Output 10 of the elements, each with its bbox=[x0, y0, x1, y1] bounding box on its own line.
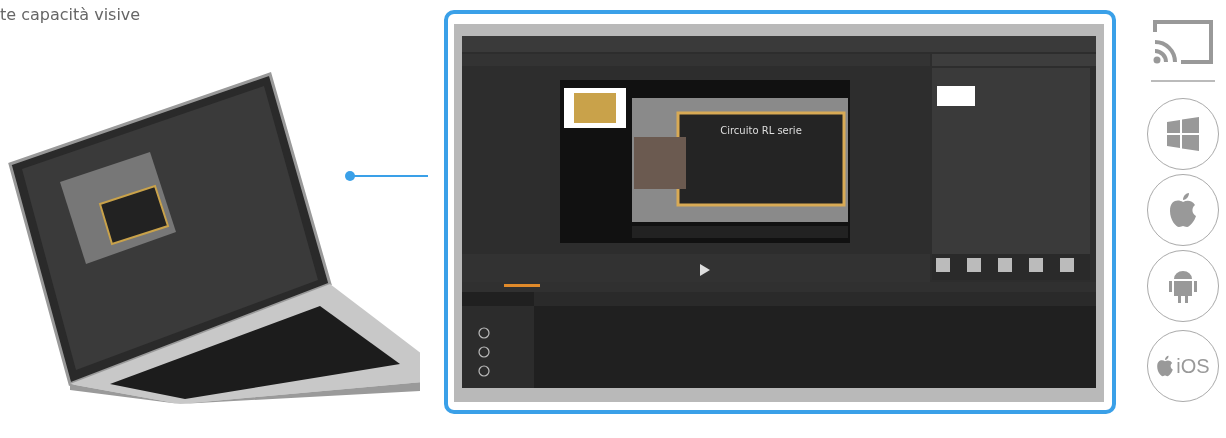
toolbar-icon[interactable] bbox=[936, 258, 950, 272]
toolbar-icon[interactable] bbox=[1029, 258, 1043, 272]
cast-icon bbox=[1151, 18, 1215, 66]
slide-title: Circuito RL serie bbox=[720, 125, 802, 136]
toolbar-icon[interactable] bbox=[1060, 258, 1074, 272]
toolbar-icon[interactable] bbox=[998, 258, 1012, 272]
play-icon[interactable] bbox=[700, 264, 710, 276]
intro-text: te capacità visive bbox=[0, 4, 141, 26]
toolbar-icon[interactable] bbox=[967, 258, 981, 272]
webcam-photo-placeholder bbox=[634, 137, 686, 189]
